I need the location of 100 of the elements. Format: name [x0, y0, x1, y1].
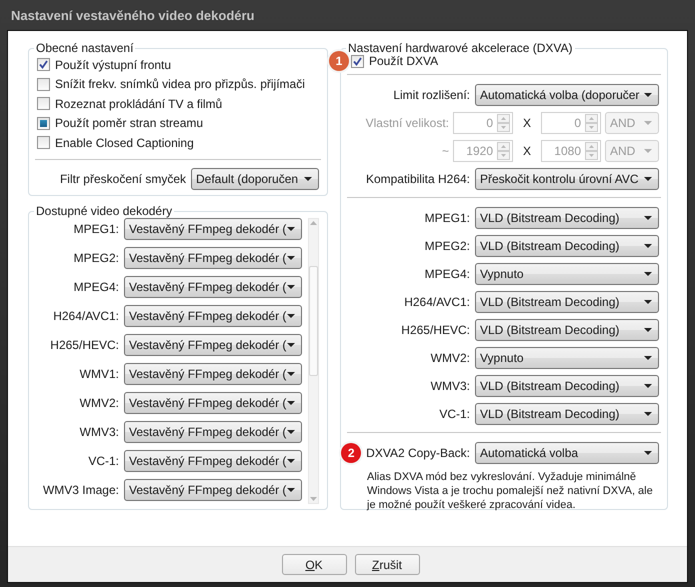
caret-icon: [644, 244, 652, 248]
caret-icon: [644, 384, 652, 388]
caret-icon: [304, 176, 312, 180]
dropdown[interactable]: Vypnuto: [475, 263, 659, 285]
dropdown[interactable]: Default (doporučen: [191, 168, 319, 190]
checkbox-label: Použít DXVA: [369, 54, 438, 68]
step-badge: 1: [329, 51, 349, 71]
checkbox-label: Rozeznat prokládání TV a filmů: [55, 96, 222, 111]
checkbox[interactable]: [37, 78, 50, 91]
caret-icon: [644, 149, 652, 153]
caret-icon: [287, 226, 295, 230]
dropdown[interactable]: Vestavěný FFmpeg dekodér (: [124, 450, 302, 472]
caret-icon: [644, 216, 652, 220]
group-title: Nastavení hardwarové akcelerace (DXVA): [347, 41, 574, 55]
field-label: Filtr přeskočení smyček: [60, 172, 186, 186]
group-title: Obecné nastavení: [35, 41, 134, 55]
caret-icon: [287, 342, 295, 346]
field-label: VC-1:: [439, 407, 470, 421]
field-label: MPEG1:: [74, 222, 119, 236]
caret-icon: [287, 430, 295, 434]
spinner-icon[interactable]: [497, 114, 510, 132]
dropdown[interactable]: Vestavěný FFmpeg dekodér (: [124, 362, 302, 384]
group-title: Dostupné video dekodéry: [35, 204, 174, 218]
dialog-button[interactable]: OK: [282, 554, 346, 575]
field-label: WMV3:: [430, 379, 470, 393]
caret-icon: [644, 177, 652, 181]
field-label: WMV1:: [80, 366, 119, 380]
checkbox[interactable]: [37, 136, 50, 150]
caret-icon: [644, 300, 652, 304]
caret-icon: [287, 256, 295, 260]
dropdown[interactable]: Přeskočit kontrolu úrovní AVC: [475, 168, 659, 190]
field-label: Kompatibilita H264:: [366, 172, 470, 186]
caret-icon: [287, 488, 295, 492]
caret-icon: [644, 272, 652, 276]
field-label: WMV3:: [80, 424, 119, 438]
field-label: MPEG2:: [74, 250, 119, 264]
caret-icon: [644, 121, 652, 125]
field-label: MPEG4:: [74, 280, 119, 294]
description-text: Alias DXVA mód bez vykreslování. Vyžaduje minimálně Windows Vista a je trochu pomalejší než nativní DXVA, ale je možné použít veškeré zpracování videa.: [367, 470, 654, 512]
dropdown[interactable]: Vestavěný FFmpeg dekodér (: [124, 276, 302, 298]
field-label: Limit rozlišení:: [393, 88, 470, 102]
dropdown[interactable]: VLD (Bitstream Decoding): [475, 291, 659, 313]
dropdown[interactable]: Vestavěný FFmpeg dekodér (: [124, 218, 302, 240]
dropdown[interactable]: Vestavěný FFmpeg dekodér (: [124, 246, 302, 268]
spinner-icon[interactable]: [497, 142, 510, 160]
dialog-button[interactable]: Zrušit: [354, 554, 420, 575]
dropdown[interactable]: Automatická volba (doporučer: [475, 84, 659, 106]
field-label: DXVA2 Copy-Back:: [366, 446, 470, 460]
scrollbar[interactable]: [308, 218, 319, 504]
spinner-icon[interactable]: [585, 142, 598, 160]
field-label: ~: [442, 144, 449, 158]
field-label: MPEG4:: [424, 267, 470, 281]
caret-icon: [287, 458, 295, 462]
caret-icon: [287, 372, 295, 376]
field-label: WMV2:: [80, 396, 119, 410]
field-label: WMV3 Image:: [42, 482, 119, 496]
checkbox[interactable]: [37, 58, 50, 72]
dropdown[interactable]: VLD (Bitstream Decoding): [475, 319, 659, 341]
checkbox-label: Snížit frekv. snímků videa pro přizpůs. přijímači: [55, 77, 305, 92]
dropdown[interactable]: VLD (Bitstream Decoding): [475, 403, 659, 425]
dropdown[interactable]: Vestavěný FFmpeg dekodér (: [124, 304, 302, 326]
dropdown[interactable]: Vestavěný FFmpeg dekodér (: [124, 334, 302, 356]
spinner-icon[interactable]: [585, 114, 598, 132]
dropdown[interactable]: Vestavěný FFmpeg dekodér (: [124, 478, 302, 500]
field-label: H265/HEVC:: [401, 323, 470, 337]
caret-icon: [644, 356, 652, 360]
scroll-up-icon[interactable]: [310, 221, 317, 225]
field-label: WMV2:: [430, 351, 470, 365]
field-label: Vlastní velikost:: [366, 116, 449, 130]
caret-icon: [287, 284, 295, 288]
checkbox[interactable]: [37, 116, 50, 130]
times-label: X: [522, 144, 532, 158]
dropdown[interactable]: Vypnuto: [475, 347, 659, 369]
caret-icon: [644, 93, 652, 97]
field-label: H265/HEVC:: [50, 338, 119, 352]
checkbox[interactable]: [351, 54, 364, 68]
checkbox[interactable]: [37, 97, 50, 110]
dropdown[interactable]: Vestavěný FFmpeg dekodér (: [124, 420, 302, 442]
checkbox-label: Enable Closed Captioning: [55, 136, 194, 150]
checkbox-label: Použít poměr stran streamu: [55, 116, 204, 130]
scrollbar-thumb[interactable]: [309, 266, 318, 376]
caret-icon: [287, 400, 295, 404]
field-label: VC-1:: [88, 454, 119, 468]
caret-icon: [287, 314, 295, 318]
field-label: MPEG1:: [424, 211, 470, 225]
checkbox-label: Použít výstupní frontu: [55, 58, 172, 72]
field-label: H264/AVC1:: [53, 308, 119, 322]
dropdown[interactable]: VLD (Bitstream Decoding): [475, 207, 659, 229]
caret-icon: [644, 328, 652, 332]
dropdown[interactable]: Vestavěný FFmpeg dekodér (: [124, 392, 302, 414]
caret-icon: [644, 451, 652, 455]
caret-icon: [644, 412, 652, 416]
window-title: Nastavení vestavěného video dekodéru: [11, 8, 254, 22]
step-badge: 2: [341, 443, 362, 463]
field-label: MPEG2:: [424, 239, 470, 253]
times-label: X: [522, 116, 532, 130]
dropdown[interactable]: VLD (Bitstream Decoding): [475, 375, 659, 397]
scroll-down-icon[interactable]: [310, 497, 317, 501]
dropdown[interactable]: VLD (Bitstream Decoding): [475, 235, 659, 257]
dropdown[interactable]: Automatická volba: [475, 442, 659, 464]
